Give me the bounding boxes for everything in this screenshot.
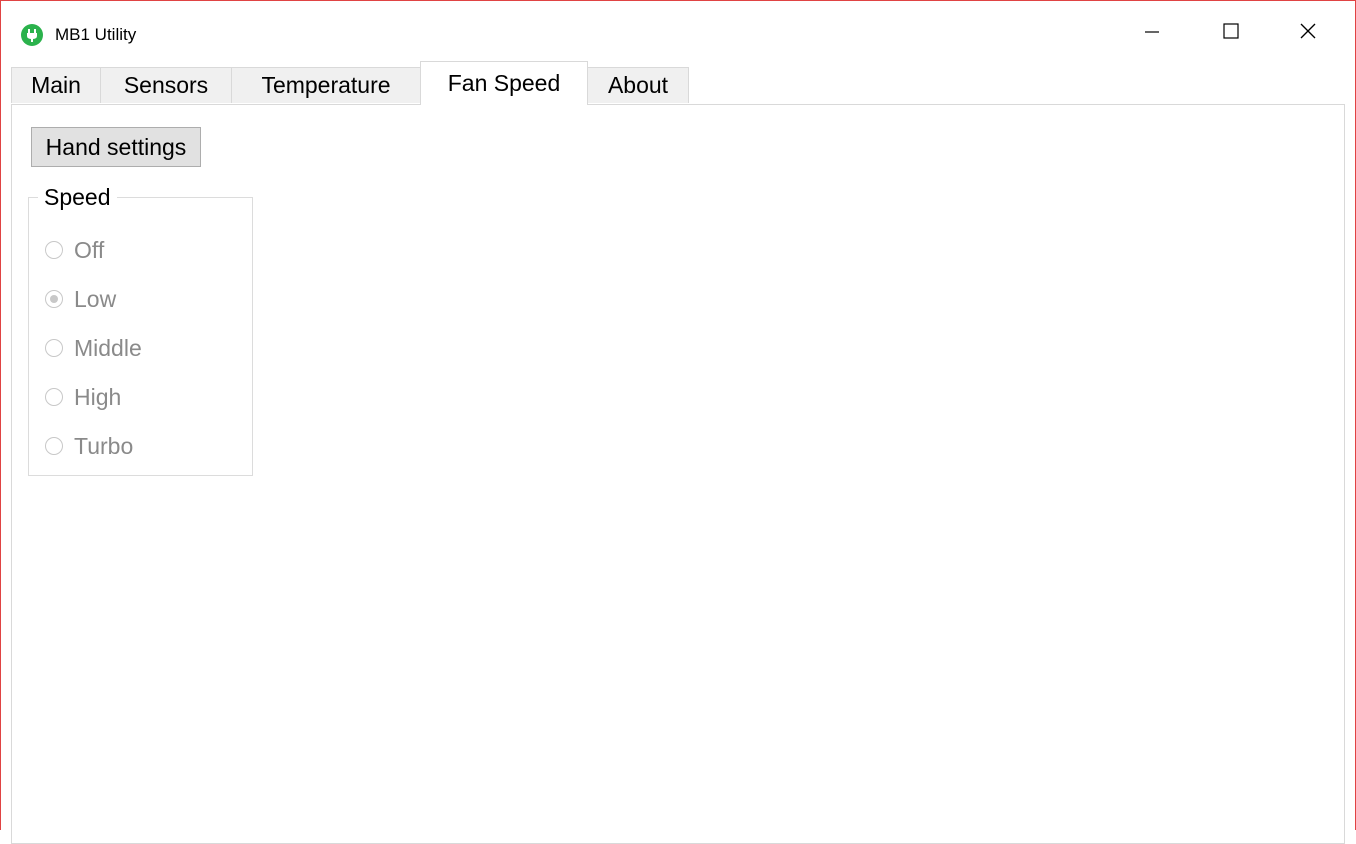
- radio-label: Turbo: [74, 432, 134, 459]
- radio-label: Low: [74, 285, 117, 312]
- tab-about[interactable]: About: [587, 67, 689, 103]
- close-button[interactable]: [1277, 1, 1339, 61]
- radio-off[interactable]: Off: [45, 235, 104, 265]
- plug-icon: [21, 24, 43, 46]
- radio-button-icon: [45, 339, 63, 357]
- tab-label: Temperature: [261, 72, 391, 98]
- tab-sensors[interactable]: Sensors: [100, 67, 232, 103]
- tab-label: Fan Speed: [447, 70, 561, 96]
- fan-speed-page: Hand settings Speed Off Low Middle High: [11, 104, 1345, 844]
- tab-fan-speed[interactable]: Fan Speed: [420, 61, 588, 105]
- radio-button-icon: [45, 241, 63, 259]
- radio-label: High: [74, 383, 122, 410]
- maximize-icon: [1223, 23, 1239, 39]
- tab-temperature[interactable]: Temperature: [231, 67, 421, 103]
- radio-turbo[interactable]: Turbo: [45, 431, 133, 461]
- radio-middle[interactable]: Middle: [45, 333, 142, 363]
- tab-main[interactable]: Main: [11, 67, 101, 103]
- app-window: MB1 Utility Main Sensors Temperature Fan…: [0, 0, 1356, 844]
- radio-button-icon: [45, 388, 63, 406]
- hand-settings-button[interactable]: Hand settings: [31, 127, 201, 167]
- radio-label: Middle: [74, 334, 142, 361]
- maximize-button[interactable]: [1200, 1, 1262, 61]
- tab-label: Main: [31, 72, 81, 98]
- radio-button-icon: [45, 437, 63, 455]
- radio-high[interactable]: High: [45, 382, 121, 412]
- tab-label: Sensors: [123, 72, 209, 98]
- speed-group-title: Speed: [38, 183, 117, 211]
- radio-button-checked-icon: [45, 290, 63, 308]
- radio-low[interactable]: Low: [45, 284, 116, 314]
- tab-strip: Main Sensors Temperature Fan Speed About: [11, 61, 1345, 105]
- minimize-button[interactable]: [1121, 1, 1183, 61]
- tab-label: About: [607, 72, 669, 98]
- window-title: MB1 Utility: [55, 25, 137, 44]
- minimize-icon: [1145, 31, 1159, 33]
- speed-groupbox: Speed Off Low Middle High Turbo: [28, 183, 253, 476]
- radio-label: Off: [74, 236, 105, 263]
- title-bar[interactable]: MB1 Utility: [1, 1, 1355, 61]
- close-icon: [1300, 23, 1316, 39]
